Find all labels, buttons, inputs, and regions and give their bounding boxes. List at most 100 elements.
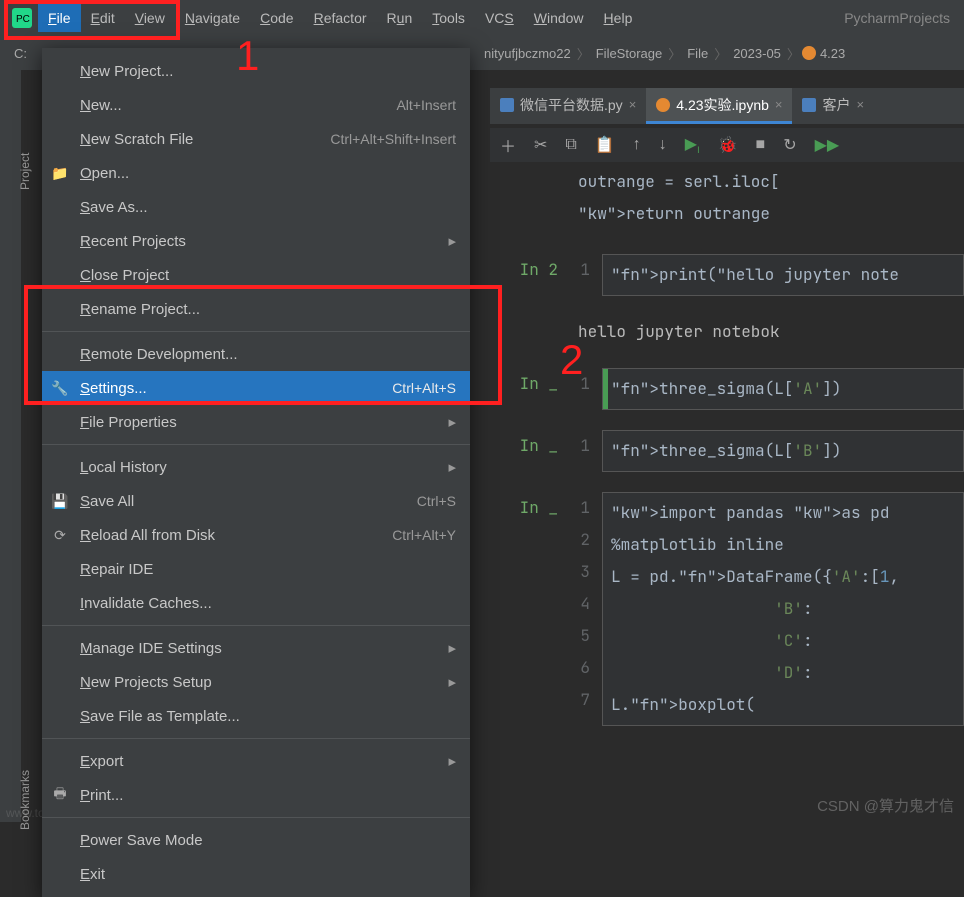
notebook-cell[interactable]: outrange = serl.iloc["kw">return outrang… [490, 162, 964, 234]
submenu-arrow-icon: ▸ [448, 232, 456, 250]
notebook-editor[interactable]: outrange = serl.iloc["kw">return outrang… [490, 162, 964, 822]
menu-refactor[interactable]: Refactor [304, 4, 377, 32]
crumb-3[interactable]: 2023-05 [729, 46, 785, 61]
watermark: CSDN @算力鬼才信 [817, 795, 954, 816]
move-up-button[interactable]: ↑ [633, 136, 641, 154]
crumb-2[interactable]: File [683, 46, 712, 61]
menu-item-local-history[interactable]: Local History▸ [42, 450, 470, 484]
menu-item-exit[interactable]: Exit [42, 857, 470, 891]
run-cell-button[interactable]: ▶I [685, 134, 700, 155]
menu-item-invalidate-caches[interactable]: Invalidate Caches... [42, 586, 470, 620]
menu-item-label: New... [80, 97, 396, 114]
python-file-icon [802, 98, 816, 112]
menu-item-save-all[interactable]: 💾Save AllCtrl+S [42, 484, 470, 518]
menu-item-power-save-mode[interactable]: Power Save Mode [42, 823, 470, 857]
menu-item-label: Recent Projects [80, 233, 440, 250]
file-menu-dropdown: New Project...New...Alt+InsertNew Scratc… [42, 48, 470, 897]
menu-view[interactable]: View [125, 4, 175, 32]
wrench-icon: 🔧 [48, 380, 72, 397]
menu-item-label: Repair IDE [80, 561, 456, 578]
copy-button[interactable]: ⧉ [565, 136, 576, 154]
tab-label: 客户 [822, 95, 850, 115]
move-down-button[interactable]: ↓ [659, 136, 667, 154]
code-area[interactable]: "kw">import pandas "kw">as pd%matplotlib… [602, 492, 964, 726]
exec-indicator [603, 369, 608, 409]
menu-item-remote-development[interactable]: Remote Development... [42, 337, 470, 371]
crumb-4[interactable]: 4.23 [816, 46, 849, 61]
menu-item-label: Save All [80, 493, 417, 510]
editor-tab[interactable]: 4.23实验.ipynb× [646, 88, 792, 124]
cell-prompt: In _ [490, 430, 570, 472]
paste-button[interactable]: 📋 [595, 135, 615, 155]
restart-button[interactable]: ↻ [783, 135, 796, 155]
menu-item-label: Power Save Mode [80, 832, 456, 849]
jupyter-icon [656, 98, 670, 112]
menu-item-export[interactable]: Export▸ [42, 744, 470, 778]
crumb-0[interactable]: nityufjbczmo22 [480, 46, 575, 61]
menu-item-manage-ide-settings[interactable]: Manage IDE Settings▸ [42, 631, 470, 665]
menu-item-new-scratch-file[interactable]: New Scratch FileCtrl+Alt+Shift+Insert [42, 122, 470, 156]
menu-item-label: Close Project [80, 267, 456, 284]
notebook-cell[interactable]: In _1"fn">three_sigma(L['B']) [490, 430, 964, 472]
cell-prompt [490, 316, 570, 348]
menu-item-save-as[interactable]: Save As... [42, 190, 470, 224]
editor-tab[interactable]: 微信平台数据.py × [490, 88, 646, 124]
menu-code[interactable]: Code [250, 4, 303, 32]
jupyter-file-icon [802, 46, 816, 60]
menu-item-repair-ide[interactable]: Repair IDE [42, 552, 470, 586]
menu-shortcut: Ctrl+Alt+Y [392, 527, 456, 543]
menu-item-recent-projects[interactable]: Recent Projects ▸ [42, 224, 470, 258]
menu-item-reload-all-from-disk[interactable]: ⟳ Reload All from DiskCtrl+Alt+Y [42, 518, 470, 552]
submenu-arrow-icon: ▸ [448, 639, 456, 657]
menubar: PC File Edit View Navigate Code Refactor… [0, 0, 964, 36]
menu-item-settings[interactable]: 🔧Settings...Ctrl+Alt+S [42, 371, 470, 405]
menu-item-save-file-as-template[interactable]: Save File as Template... [42, 699, 470, 733]
code-area[interactable]: "fn">three_sigma(L['A']) [602, 368, 964, 410]
menu-item-label: Reload All from Disk [80, 527, 392, 544]
menu-shortcut: Ctrl+Alt+S [392, 380, 456, 396]
menu-tools[interactable]: Tools [422, 4, 475, 32]
tab-label: 微信平台数据.py [520, 95, 623, 115]
menu-file[interactable]: File [38, 4, 81, 32]
menu-item-rename-project[interactable]: Rename Project... [42, 292, 470, 326]
sidebar-bookmarks-tab[interactable]: Bookmarks [18, 770, 32, 830]
menu-vcs[interactable]: VCS [475, 4, 524, 32]
editor-tab[interactable]: 客户 × [792, 88, 874, 124]
menu-item-close-project[interactable]: Close Project [42, 258, 470, 292]
menu-help[interactable]: Help [594, 4, 643, 32]
breadcrumb-drive[interactable]: C: [10, 46, 31, 61]
close-tab-icon[interactable]: × [856, 97, 864, 112]
menu-shortcut: Ctrl+S [417, 493, 456, 509]
crumb-1[interactable]: FileStorage [592, 46, 666, 61]
menu-navigate[interactable]: Navigate [175, 4, 250, 32]
menu-item-open[interactable]: 📁Open... [42, 156, 470, 190]
menu-item-print[interactable]: 🖶Print... [42, 778, 470, 812]
menu-item-new-projects-setup[interactable]: New Projects Setup▸ [42, 665, 470, 699]
close-tab-icon[interactable]: × [775, 97, 783, 112]
run-all-button[interactable]: ▶▶ [815, 135, 840, 155]
breadcrumb-right: nityufjbczmo22〉 FileStorage〉 File〉 2023-… [470, 36, 964, 70]
close-tab-icon[interactable]: × [629, 97, 637, 112]
menu-window[interactable]: Window [524, 4, 594, 32]
code-area[interactable]: "fn">print("hello jupyter note [602, 254, 964, 296]
menu-run[interactable]: Run [377, 4, 423, 32]
menu-edit[interactable]: Edit [81, 4, 125, 32]
stop-button[interactable]: ■ [756, 136, 766, 154]
menu-item-label: Invalidate Caches... [80, 595, 456, 612]
notebook-cell[interactable]: In 21"fn">print("hello jupyter note [490, 254, 964, 296]
cut-button[interactable]: ✂ [534, 135, 547, 155]
debug-cell-button[interactable]: 🐞 [718, 135, 738, 155]
add-cell-button[interactable]: ＋ [500, 133, 516, 157]
code-area[interactable]: outrange = serl.iloc["kw">return outrang… [570, 162, 964, 234]
menu-item-file-properties[interactable]: File Properties▸ [42, 405, 470, 439]
menu-item-label: Rename Project... [80, 301, 456, 318]
menu-item-label: Exit [80, 866, 456, 883]
menu-item-new[interactable]: New...Alt+Insert [42, 88, 470, 122]
code-area[interactable]: "fn">three_sigma(L['B']) [602, 430, 964, 472]
menu-item-label: New Scratch File [80, 131, 330, 148]
sidebar-project-tab[interactable]: Project [18, 153, 32, 190]
reload-icon: ⟳ [48, 527, 72, 544]
pycharm-logo-icon: PC [12, 8, 32, 28]
notebook-cell[interactable]: In _1234567"kw">import pandas "kw">as pd… [490, 492, 964, 726]
svg-text:PC: PC [16, 14, 30, 25]
